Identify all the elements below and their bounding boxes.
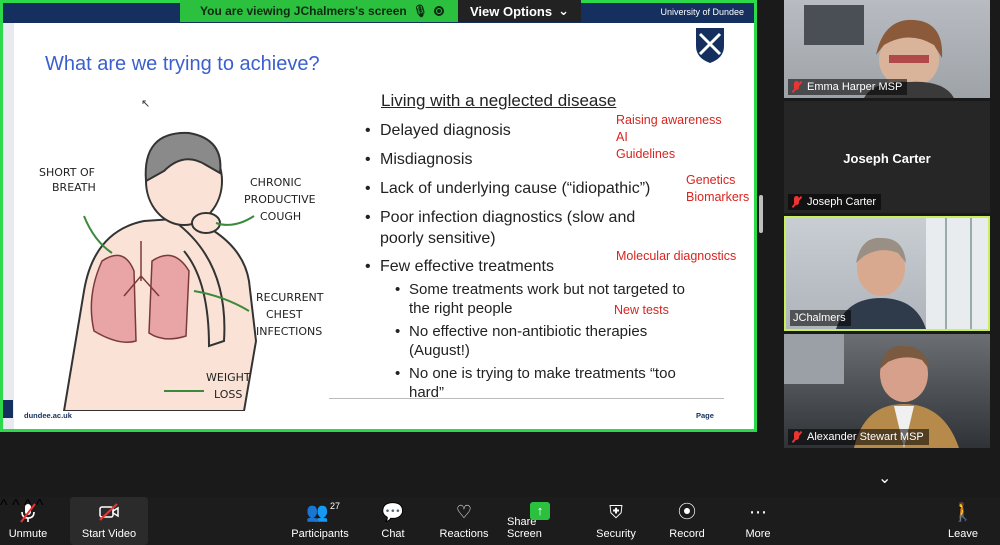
illustration-label: PRODUCTIVE <box>244 193 316 206</box>
chat-button[interactable]: 💬 Chat <box>372 497 414 545</box>
annotation-note: Genetics <box>686 173 736 187</box>
chat-icon: 💬 <box>381 502 405 522</box>
participants-count: 27 <box>330 501 341 511</box>
security-button[interactable]: ⛨ Security <box>594 497 638 545</box>
participant-display-name: Joseph Carter <box>843 151 931 166</box>
mic-muted-icon <box>791 81 803 93</box>
participant-name: Joseph Carter <box>807 196 877 208</box>
bullet-item: Few effective treatments <box>365 256 554 277</box>
leave-label: Leave <box>948 528 978 540</box>
annotation-note: AI <box>616 130 628 144</box>
illustration-label: LOSS <box>214 388 242 401</box>
viewing-text: You are viewing JChalmers's screen <box>200 4 407 18</box>
zoom-meeting-window: University of Dundee What are we trying … <box>0 0 1000 545</box>
bullet-item: Misdiagnosis <box>365 149 473 170</box>
video-off-icon <box>99 503 119 521</box>
patient-illustration: SHORT OF BREATH CHRONIC PRODUCTIVE COUGH… <box>39 131 324 411</box>
unmute-button[interactable]: Unmute <box>0 497 56 545</box>
annotation-note: Raising awareness <box>616 113 722 127</box>
video-tile-joseph-carter[interactable]: Joseph Carter Joseph Carter <box>784 101 990 213</box>
split-resize-handle[interactable] <box>759 195 763 233</box>
annotation-note: Guidelines <box>616 147 676 161</box>
participant-name: JChalmers <box>793 312 846 324</box>
view-options-label: View Options <box>469 3 553 19</box>
footer-divider <box>329 398 724 399</box>
participant-name-tag: Alexander Stewart MSP <box>788 429 929 445</box>
slide: What are we trying to achieve? ↖ SHORT O… <box>14 23 754 429</box>
more-icon: ⋯ <box>749 502 767 522</box>
chat-label: Chat <box>381 528 405 540</box>
bullet-item: Lack of underlying cause (“idiopathic”) <box>365 178 650 199</box>
participant-name-tag: Joseph Carter <box>788 194 882 210</box>
mic-muted-icon: 🎙 <box>412 4 428 18</box>
participant-name-tag: Emma Harper MSP <box>788 79 908 95</box>
illustration-label: COUGH <box>260 210 301 223</box>
view-options-button[interactable]: View Options ⌄ <box>457 0 581 22</box>
annotation-note: Biomarkers <box>686 190 750 204</box>
mic-muted-icon <box>791 196 803 208</box>
sharing-banner: You are viewing JChalmers's screen 🎙 Vie… <box>180 0 581 22</box>
record-icon: ⦿ <box>678 502 696 522</box>
leave-icon: 🚶 <box>951 502 975 522</box>
start-video-label: Start Video <box>81 528 137 540</box>
annotation-note: New tests <box>614 303 669 317</box>
illustration-label: CHEST <box>266 308 303 321</box>
more-label: More <box>745 528 771 540</box>
university-label: University of Dundee <box>660 7 744 17</box>
video-tile-jchalmers[interactable]: JChalmers <box>784 216 990 331</box>
reactions-button[interactable]: ♡ Reactions <box>438 497 490 545</box>
slide-subtitle: Living with a neglected disease <box>381 91 617 110</box>
slide-left-strip <box>3 23 14 429</box>
reactions-label: Reactions <box>439 528 489 540</box>
participants-icon: 👥 <box>306 502 329 522</box>
illustration-label: CHRONIC <box>250 176 302 189</box>
mic-muted-icon <box>20 503 36 523</box>
sub-bullet-item: No effective non-antibiotic therapies (A… <box>395 322 689 360</box>
unmute-label: Unmute <box>8 528 48 540</box>
viewing-status: You are viewing JChalmers's screen 🎙 <box>180 0 458 22</box>
shield-icon: ⛨ <box>609 502 623 522</box>
illustration-label: WEIGHT <box>206 371 251 384</box>
participants-label: Participants <box>291 528 349 540</box>
chevron-down-icon[interactable]: ⌄ <box>878 468 891 488</box>
chevron-down-icon: ⌄ <box>558 3 569 18</box>
share-screen-icon: ↑ <box>530 502 550 520</box>
leave-button[interactable]: 🚶 Leave <box>943 497 983 545</box>
footer-url: dundee.ac.uk <box>24 411 72 420</box>
shared-screen: University of Dundee What are we trying … <box>0 0 757 432</box>
video-tile-alexander-stewart[interactable]: Alexander Stewart MSP <box>784 334 990 448</box>
bullet-item: Poor infection diagnostics (slow and poo… <box>365 207 680 249</box>
meeting-toolbar: Unmute ^ Start Video ^ 👥 27 Participants… <box>0 497 1000 545</box>
mic-muted-icon <box>791 431 803 443</box>
sub-bullet-item: No one is trying to make treatments “too… <box>395 364 689 402</box>
participant-name: Alexander Stewart MSP <box>807 431 924 443</box>
university-crest-icon <box>696 28 724 63</box>
participant-name-tag: JChalmers <box>790 310 851 326</box>
footer-page: Page <box>696 411 714 420</box>
record-label: Record <box>669 528 705 540</box>
mouse-cursor-icon: ↖ <box>141 98 151 110</box>
heart-icon: ♡ <box>455 502 473 522</box>
security-label: Security <box>596 528 636 540</box>
slide-title: What are we trying to achieve? <box>45 53 320 75</box>
record-dot-icon <box>433 6 444 16</box>
start-video-button[interactable]: Start Video <box>70 497 148 545</box>
participants-button[interactable]: 👥 27 Participants <box>288 497 352 545</box>
share-screen-button[interactable]: ↑ Share Screen <box>507 497 573 545</box>
record-button[interactable]: ⦿ Record <box>667 497 707 545</box>
illustration-label: SHORT OF <box>39 166 95 179</box>
bullet-item: Delayed diagnosis <box>365 120 511 141</box>
annotation-note: Molecular diagnostics <box>616 249 737 263</box>
participant-name: Emma Harper MSP <box>807 81 903 93</box>
illustration-label: RECURRENT <box>256 291 324 304</box>
illustration-label: BREATH <box>52 181 96 194</box>
left-logo <box>3 400 13 418</box>
video-tile-emma-harper[interactable]: Emma Harper MSP <box>784 0 990 98</box>
more-button[interactable]: ⋯ More <box>740 497 776 545</box>
illustration-label: INFECTIONS <box>256 325 322 338</box>
